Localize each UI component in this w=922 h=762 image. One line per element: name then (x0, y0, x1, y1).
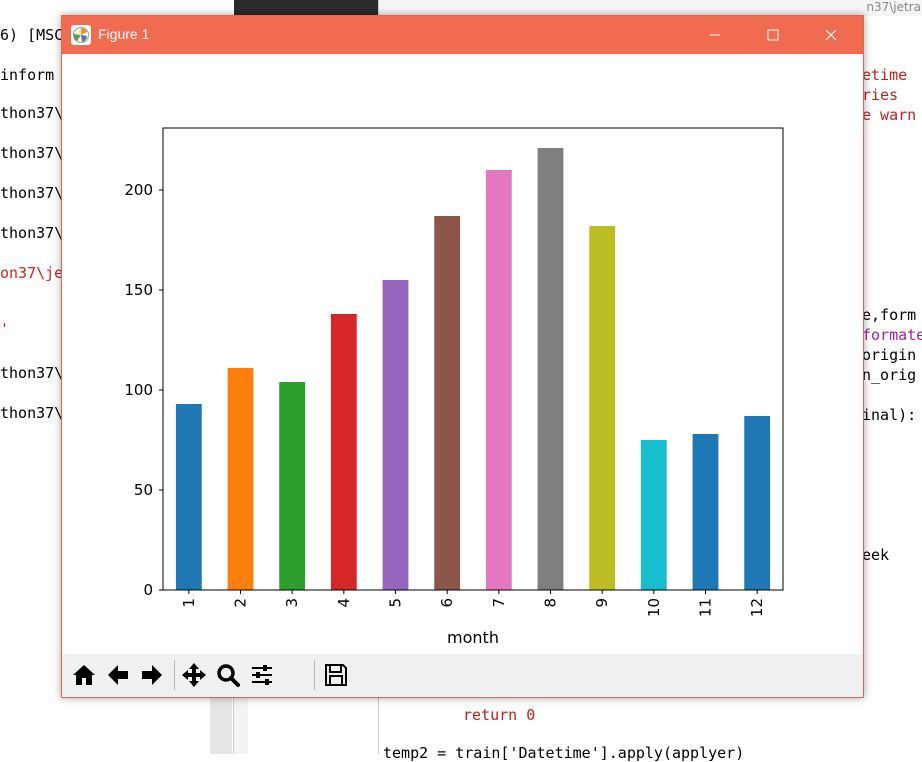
zoom-icon (217, 664, 240, 687)
code-line: inal): (862, 406, 917, 424)
bar (589, 226, 616, 590)
minimize-icon (710, 34, 720, 36)
home-button[interactable] (68, 660, 100, 690)
x-tick-label: 6 (438, 598, 456, 608)
x-tick-label: 4 (335, 598, 353, 608)
navigation-toolbar (62, 654, 863, 696)
arrow-right-icon (142, 665, 162, 685)
title-bar[interactable]: Figure 1 (62, 16, 863, 54)
code-line: eek (862, 546, 890, 564)
editor-tab-path: n37\jetra (866, 0, 921, 14)
editor-bottom-code: else: return 0 temp2 = train['Datetime']… (378, 684, 922, 762)
toolbar-separator (314, 660, 315, 690)
axes-frame (162, 127, 784, 591)
x-tick-label: 9 (593, 598, 611, 608)
console-line: thon37\ (0, 224, 64, 242)
code-line: etime (862, 66, 908, 84)
matplotlib-icon (71, 25, 91, 45)
bar (485, 170, 512, 590)
home-icon (73, 665, 95, 685)
console-line: 6) [MSC (0, 26, 64, 44)
window-title: Figure 1 (98, 26, 150, 42)
x-tick-label: 10 (645, 598, 663, 617)
bar (434, 216, 461, 590)
editor-tab-bar: n37\jetra (378, 0, 922, 16)
arrow-left-icon (108, 665, 128, 685)
console-line: ' (0, 320, 10, 338)
x-axis-label: month (447, 628, 499, 647)
console-line: thon37\ (0, 144, 64, 162)
background-gutter (210, 694, 232, 754)
back-button[interactable] (102, 660, 134, 690)
x-tick-label: 1 (180, 598, 198, 608)
close-icon (825, 29, 837, 41)
zoom-button[interactable] (212, 660, 244, 690)
code-line: n_orig (862, 366, 917, 384)
console-line: thon37\ (0, 364, 64, 382)
code-line: origin (862, 346, 917, 364)
figure-canvas[interactable]: 1 2 3 4 5 6 7 8 9 10 11 12 0 50 100 150 200 month (62, 54, 863, 654)
console-panel: 6) [MSC inform thon37\ thon37\ thon37\ t… (0, 0, 64, 754)
console-line: on37\je (0, 264, 64, 282)
code-line: return 0 (463, 706, 536, 724)
console-line: thon37\ (0, 104, 64, 122)
bar (330, 314, 357, 590)
configure-button[interactable] (246, 660, 278, 690)
console-line: inform (0, 66, 55, 84)
pan-button[interactable] (178, 660, 210, 690)
code-line: e,form (862, 306, 917, 324)
y-tick-label: 0 (143, 581, 153, 599)
figure-window: Figure 1 1 2 3 4 5 6 7 8 9 10 11 12 0 50 100 150 200 mont… (61, 15, 864, 698)
editor-panel: etime ries e warn e,form formate origin … (862, 16, 922, 696)
sliders-icon (252, 665, 272, 685)
background-gutter (233, 694, 248, 754)
x-tick-label: 2 (232, 598, 250, 608)
code-line: e warn (862, 106, 917, 124)
x-tick-label: 3 (283, 598, 301, 608)
y-tick-label: 50 (134, 481, 153, 499)
minimize-button[interactable] (686, 16, 744, 54)
toolbar-separator (174, 660, 175, 690)
y-tick-label: 200 (124, 181, 153, 199)
background-dark-panel (234, 0, 378, 16)
close-button[interactable] (802, 16, 860, 54)
code-line: ries (862, 86, 899, 104)
bar (692, 434, 719, 590)
code-line: formate (862, 326, 922, 344)
forward-button[interactable] (136, 660, 168, 690)
bar (640, 440, 667, 590)
bar (279, 382, 306, 590)
bar (382, 280, 409, 590)
move-icon (182, 663, 206, 687)
maximize-icon (767, 29, 779, 41)
code-line: temp2 = train['Datetime'].apply(applyer) (383, 744, 745, 762)
save-icon (325, 664, 347, 686)
y-tick-label: 150 (124, 281, 153, 299)
console-line: thon37\ (0, 184, 64, 202)
y-tick-label: 100 (124, 381, 153, 399)
bar (227, 368, 254, 590)
x-tick-label: 11 (697, 598, 715, 617)
x-tick-label: 5 (387, 598, 405, 608)
x-tick-label: 7 (490, 598, 508, 608)
bar (744, 416, 771, 590)
bar-chart: 1 2 3 4 5 6 7 8 9 10 11 12050100150200month (124, 127, 784, 647)
bar (175, 404, 202, 590)
maximize-button[interactable] (744, 16, 802, 54)
bar (537, 148, 564, 590)
console-line: thon37\ (0, 404, 64, 422)
x-tick-label: 12 (748, 598, 766, 617)
save-button[interactable] (320, 660, 352, 690)
x-tick-label: 8 (542, 598, 560, 608)
